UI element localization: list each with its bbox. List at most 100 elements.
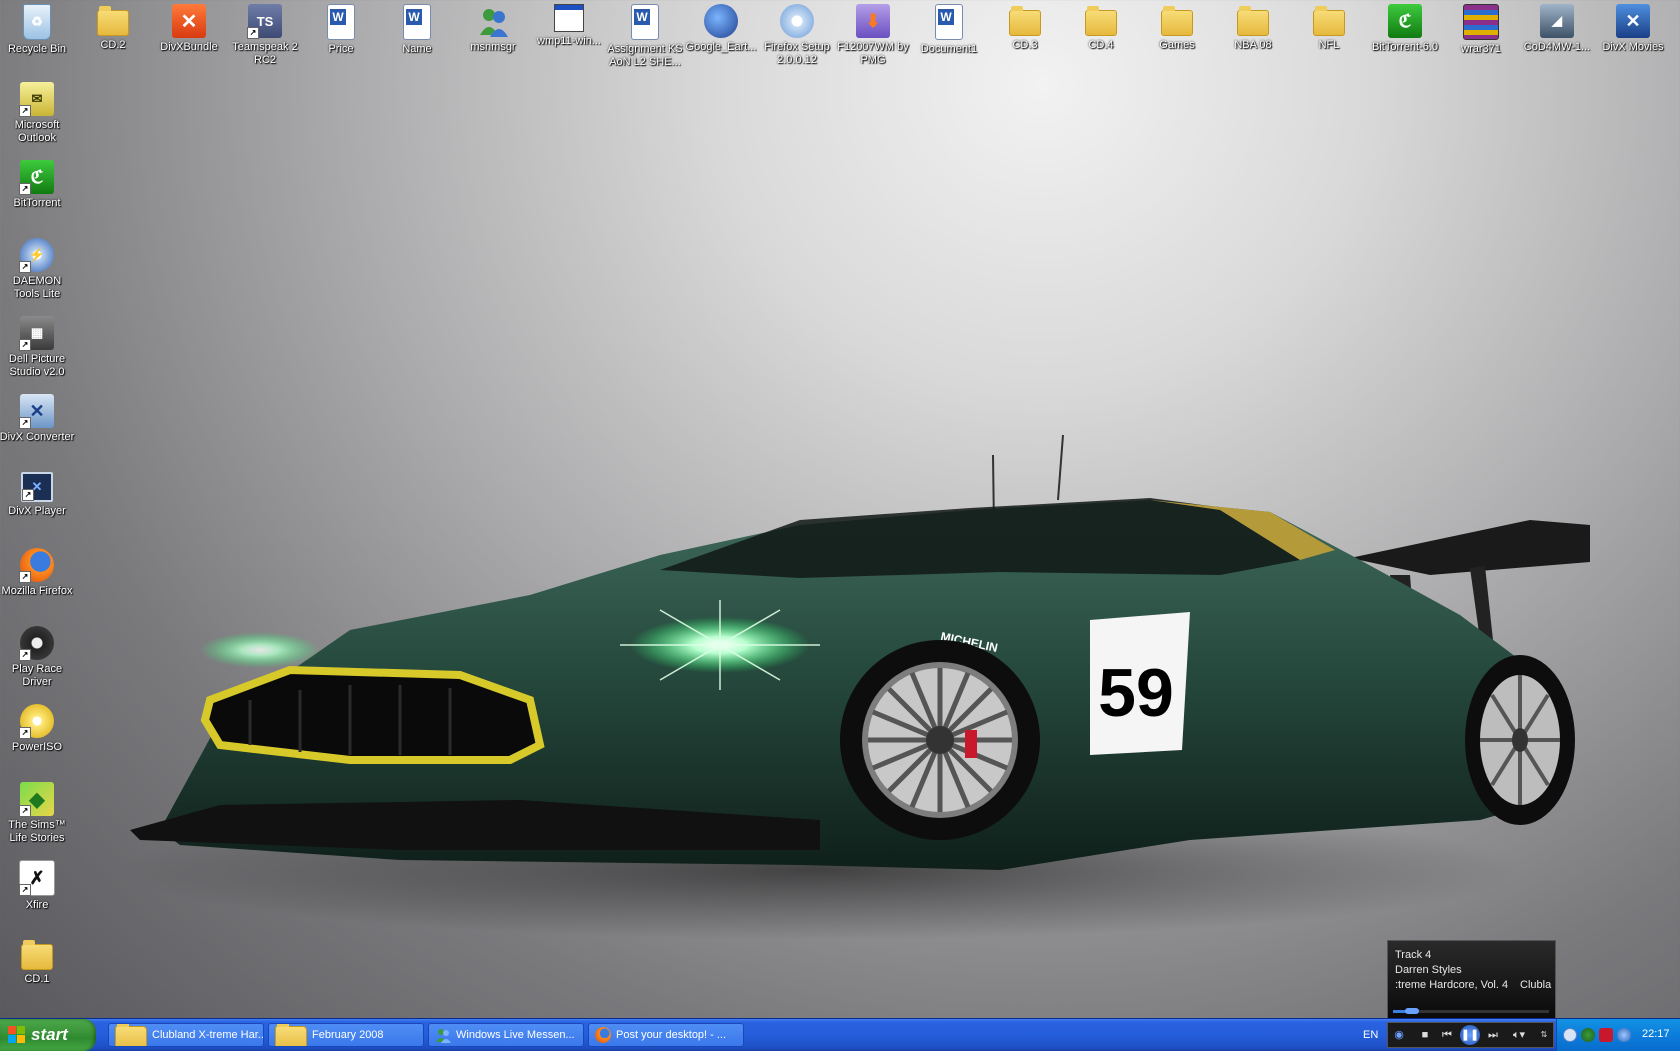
- media-player-popup[interactable]: Track 4 Darren Styles :treme Hardcore, V…: [1387, 940, 1556, 1020]
- icon-label: Google_Eart...: [685, 41, 757, 53]
- icon-label: Price: [328, 43, 354, 55]
- start-button[interactable]: start: [0, 1019, 96, 1051]
- desktop-icon-wrar371[interactable]: wrar371: [1443, 2, 1519, 56]
- desktop-icon-dell-picture-studio[interactable]: ▦ ↗ Dell Picture Studio v2.0: [0, 314, 75, 379]
- divx-player-icon: ✕ ↗: [21, 472, 53, 502]
- taskbar-button-label: Clubland X-treme Har...: [152, 1029, 264, 1041]
- word-doc-icon: W: [403, 4, 431, 40]
- track-progress-knob[interactable]: [1404, 1008, 1419, 1014]
- wmp-icon[interactable]: ◉: [1391, 1027, 1407, 1043]
- taskbar-button-february-2008[interactable]: February 2008: [268, 1023, 424, 1047]
- folder-icon: [21, 940, 53, 970]
- icon-label: CD.2: [100, 39, 126, 51]
- desktop-icon-games[interactable]: Games: [1139, 2, 1215, 52]
- messenger-icon: [476, 4, 510, 38]
- icon-label: wrar371: [1461, 43, 1501, 55]
- track-title: Track 4: [1395, 949, 1432, 961]
- icon-label: BitTorrent-6.0: [1371, 41, 1439, 53]
- desktop-icon-firefox[interactable]: ↗ Mozilla Firefox: [0, 546, 75, 598]
- folder-icon: [1085, 6, 1117, 36]
- media-player-deskbar: ◉ ■ ⏮ ❚❚ ⏭ 🔈︎▾ ⇅: [1387, 1022, 1554, 1048]
- desktop-icon-recycle-bin[interactable]: ♻ Recycle Bin: [0, 2, 75, 56]
- language-indicator[interactable]: EN: [1363, 1029, 1378, 1041]
- winrar-icon: [1463, 4, 1499, 40]
- icon-label: BitTorrent: [13, 197, 61, 209]
- google-earth-icon: [704, 4, 738, 38]
- window-icon: [554, 4, 584, 32]
- taskbar-button-messenger[interactable]: Windows Live Messen...: [428, 1023, 584, 1047]
- desktop-icon-divx-converter[interactable]: ✕ ↗ DivX Converter: [0, 392, 75, 444]
- previous-icon[interactable]: ⏮: [1438, 1027, 1456, 1043]
- desktop-icon-wmp11[interactable]: wmp11-win...: [531, 2, 607, 48]
- icon-label: CD.4: [1088, 39, 1114, 51]
- divx-icon: ✕: [172, 4, 206, 38]
- folder-icon: [1313, 6, 1345, 36]
- icon-label: DivXBundle: [160, 41, 218, 53]
- car-number: 59: [1098, 655, 1174, 731]
- desktop-icon-teamspeak[interactable]: TS ↗ Teamspeak 2 RC2: [227, 2, 303, 67]
- cod4-icon: ◢: [1540, 4, 1574, 38]
- track-artist: Darren Styles: [1395, 964, 1462, 976]
- folder-icon: [1009, 6, 1041, 36]
- taskbar-button-clubland[interactable]: Clubland X-treme Har...: [108, 1023, 264, 1047]
- desktop-icon-nfl[interactable]: NFL: [1291, 2, 1367, 52]
- icon-label: Microsoft Outlook: [14, 119, 60, 144]
- clock[interactable]: 22:17: [1642, 1028, 1670, 1040]
- messenger-tray-icon[interactable]: [1581, 1028, 1595, 1042]
- next-icon[interactable]: ⏭: [1484, 1027, 1502, 1043]
- taskbar-button-label: Post your desktop! - ...: [616, 1029, 727, 1041]
- desktop-icon-cd4[interactable]: CD.4: [1063, 2, 1139, 52]
- desktop-icon-nba08[interactable]: NBA 08: [1215, 2, 1291, 52]
- icon-label: DivX Converter: [0, 431, 75, 443]
- desktop-icon-msnmsgr[interactable]: msnmsgr: [455, 2, 531, 54]
- taskbar-button-firefox[interactable]: Post your desktop! - ...: [588, 1023, 744, 1047]
- outlook-icon: ✉ ↗: [19, 82, 54, 117]
- desktop-icon-bittorrent-6[interactable]: ℭ BitTorrent-6.0: [1367, 2, 1443, 54]
- desktop-icon-divx-movies[interactable]: ✕ DivX Movies: [1595, 2, 1671, 54]
- icon-label: Mozilla Firefox: [1, 585, 73, 597]
- restore-player-icon[interactable]: ⇅: [1538, 1027, 1550, 1043]
- desktop-icon-cd1[interactable]: CD.1: [0, 936, 75, 986]
- icon-label: Recycle Bin: [7, 43, 67, 55]
- desktop-icon-google-earth[interactable]: Google_Eart...: [683, 2, 759, 54]
- volume-icon[interactable]: 🔈︎▾: [1508, 1027, 1530, 1043]
- pause-icon[interactable]: ❚❚: [1460, 1025, 1480, 1045]
- icon-label: Games: [1159, 39, 1195, 51]
- desktop-icon-outlook[interactable]: ✉ ↗ Microsoft Outlook: [0, 80, 75, 145]
- security-shield-icon[interactable]: [1599, 1028, 1613, 1042]
- desktop-icon-divx-player[interactable]: ✕ ↗ DivX Player: [0, 470, 75, 518]
- dell-picture-studio-icon: ▦ ↗: [19, 316, 54, 351]
- desktop-icon-bittorrent[interactable]: ℭ ↗ BitTorrent: [0, 158, 75, 210]
- desktop-icon-daemon-tools[interactable]: ⚡ ↗ DAEMON Tools Lite: [0, 236, 75, 301]
- desktop-icon-document1[interactable]: W Document1: [911, 2, 987, 56]
- front-wheel: [840, 640, 1040, 840]
- firefox-icon: [595, 1027, 611, 1043]
- icon-label: wmp11-win...: [537, 35, 601, 47]
- desktop-icon-xfire[interactable]: ✗ ↗ Xfire: [0, 858, 75, 912]
- desktop-icon-cd3[interactable]: CD.3: [987, 2, 1063, 52]
- desktop-icon-sims[interactable]: ◆ ↗ The Sims™ Life Stories: [0, 780, 75, 845]
- icon-label: Assignment KS AoN L2 SHE...: [607, 43, 683, 68]
- system-tray: 22:17: [1556, 1019, 1680, 1051]
- icon-label: msnmsgr: [470, 41, 516, 53]
- desktop-icon-cd2[interactable]: CD.2: [75, 2, 151, 52]
- word-doc-icon: W: [327, 4, 355, 40]
- desktop: 59 MICHELIN ♻ Recycle Bin CD.2 ✕ DivXBun…: [0, 0, 1680, 1020]
- icon-label: Play Race Driver: [11, 663, 63, 688]
- icon-label: DAEMON Tools Lite: [12, 275, 62, 300]
- desktop-icon-price[interactable]: W Price: [303, 2, 379, 56]
- icon-label: NFL: [1318, 39, 1340, 51]
- desktop-icon-cod4[interactable]: ◢ CoD4MW-1...: [1519, 2, 1595, 54]
- desktop-icon-name[interactable]: W Name: [379, 2, 455, 56]
- desktop-icon-divxbundle[interactable]: ✕ DivXBundle: [151, 2, 227, 54]
- sims-icon: ◆ ↗: [19, 782, 54, 817]
- desktop-icon-race-driver[interactable]: ↗ Play Race Driver: [0, 624, 75, 689]
- desktop-icon-firefox-setup[interactable]: Firefox Setup 2.0.0.12: [759, 2, 835, 67]
- folder-icon: [1237, 6, 1269, 36]
- desktop-icon-poweriso[interactable]: ↗ PowerISO: [0, 702, 75, 754]
- desktop-icon-f12007[interactable]: ⬇ F12007WM by PMG: [835, 2, 911, 67]
- stop-icon[interactable]: ■: [1418, 1027, 1432, 1043]
- desktop-icon-assignment[interactable]: W Assignment KS AoN L2 SHE...: [607, 2, 683, 69]
- show-hidden-icons-icon[interactable]: [1563, 1028, 1577, 1042]
- network-icon[interactable]: [1617, 1028, 1631, 1042]
